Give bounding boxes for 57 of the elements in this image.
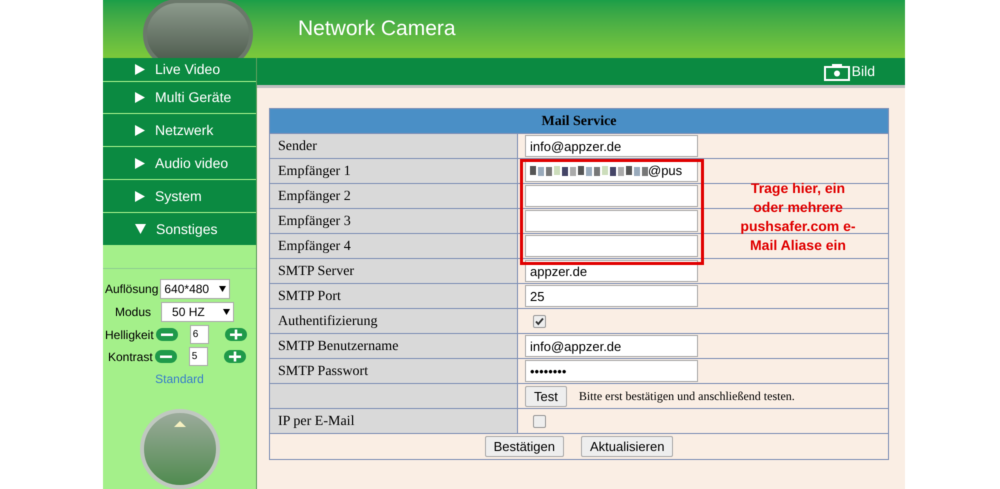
input-field[interactable] (525, 210, 698, 232)
sidebar-item[interactable]: System (103, 180, 256, 214)
hint-text: Bitte erst bestätigen und anschließend testen. (578, 388, 795, 405)
plus-button-icon[interactable] (224, 350, 246, 364)
mode-select[interactable]: 50 HZ (161, 302, 234, 322)
input-field[interactable] (525, 185, 698, 207)
input-field[interactable] (525, 235, 698, 257)
minus-button-icon[interactable] (156, 328, 178, 342)
label-cell: Authentifizierung (270, 309, 518, 333)
label-cell: Empfänger 3 (270, 209, 518, 233)
input-field[interactable]: info@appzer.de (525, 335, 698, 357)
input-field[interactable]: @pus (525, 160, 698, 182)
label-cell: SMTP Passwort (270, 359, 518, 383)
form-title: Mail Service (270, 109, 888, 134)
brightness-field[interactable]: 6 (190, 325, 209, 344)
brightness-label: Helligkeit (105, 326, 154, 344)
label-cell: Empfänger 2 (270, 184, 518, 208)
form-button[interactable]: Aktualisieren (581, 436, 674, 457)
minus-button-icon[interactable] (154, 350, 177, 364)
input-field[interactable]: 25 (525, 285, 698, 307)
camera-icon (824, 62, 850, 80)
field-value: @pus (648, 162, 682, 180)
sidebar-item[interactable]: Audio video (103, 147, 256, 180)
triangle-right-icon (135, 92, 145, 103)
sidebar-item[interactable]: Live Video (103, 58, 256, 82)
dropdown-arrow-icon (219, 286, 226, 292)
form-button[interactable]: Bestätigen (484, 436, 564, 457)
triangle-right-icon (135, 158, 145, 169)
contrast-label: Kontrast (108, 348, 153, 366)
triangle-down-icon (135, 224, 146, 234)
resolution-select[interactable]: 640*480 (160, 279, 230, 300)
plus-button-icon[interactable] (224, 328, 247, 342)
resolution-label: Auflösung (105, 281, 158, 298)
sidebar-item[interactable]: Sonstiges (103, 213, 256, 246)
annotation-text: Trage hier, ein oder mehrere pushsafer.com e-Mail Aliase ein (739, 179, 857, 255)
password-field[interactable]: •••••••• (525, 360, 698, 382)
checkbox[interactable] (533, 414, 546, 428)
sidebar-item[interactable]: Multi Geräte (103, 82, 256, 114)
contrast-field[interactable]: 5 (188, 347, 208, 366)
label-cell: SMTP Benutzername (270, 334, 518, 358)
mode-label: Modus (115, 304, 152, 322)
label-cell: SMTP Port (270, 284, 518, 308)
triangle-right-icon (135, 64, 145, 75)
label-cell: SMTP Server (270, 259, 518, 283)
triangle-right-icon (135, 190, 145, 202)
label-cell: Empfänger 4 (270, 234, 518, 258)
sidebar-item[interactable]: Netzwerk (103, 114, 256, 148)
triangle-right-icon (135, 124, 145, 136)
checkbox[interactable] (533, 314, 546, 328)
dropdown-arrow-icon (223, 309, 230, 316)
snapshot-button[interactable]: Bild (824, 61, 875, 82)
label-cell: Sender (270, 134, 518, 158)
app-title: Network Camera (298, 16, 456, 42)
test-button[interactable]: Test (525, 386, 567, 406)
label-cell: Empfänger 1 (270, 159, 518, 183)
label-cell: IP per E-Mail (270, 409, 518, 433)
input-field[interactable]: info@appzer.de (525, 135, 698, 157)
